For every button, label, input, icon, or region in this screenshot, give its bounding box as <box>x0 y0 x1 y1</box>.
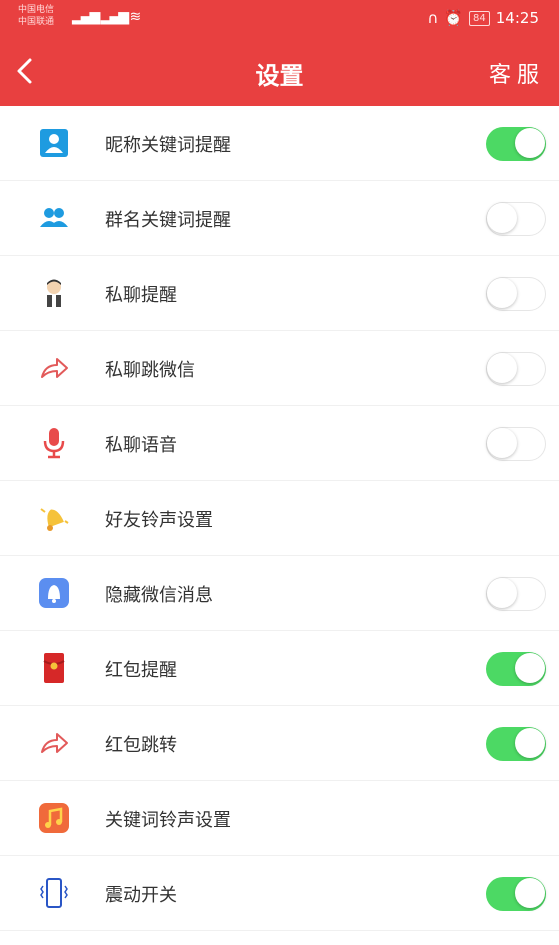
setting-label: 昵称关键词提醒 <box>105 135 231 156</box>
setting-label: 私聊提醒 <box>105 285 177 306</box>
setting-row[interactable]: 群名关键词提醒 <box>0 181 559 256</box>
group-users-icon <box>37 201 71 235</box>
setting-toggle[interactable] <box>486 577 546 611</box>
red-envelope-icon <box>37 651 71 685</box>
battery-icon: 84 <box>469 10 490 26</box>
bell-icon <box>37 501 71 535</box>
setting-row[interactable]: 好友铃声设置 <box>0 481 559 556</box>
toggle-knob <box>487 578 517 608</box>
setting-label: 红包跳转 <box>105 735 177 756</box>
forward-arrow-icon <box>37 726 71 760</box>
status-bar: 中国电信 中国联通 ▂▄▆ ▂▄▆ ≋ ∩ ⏰ 84 14:25 <box>0 0 559 36</box>
setting-label: 群名关键词提醒 <box>105 210 231 231</box>
setting-row[interactable]: 红包提醒 <box>0 631 559 706</box>
navbar: 设置 客服 <box>0 36 559 106</box>
notification-bell-icon <box>37 576 71 610</box>
app-header: 中国电信 中国联通 ▂▄▆ ▂▄▆ ≋ ∩ ⏰ 84 14:25 设置 客服 <box>0 0 559 106</box>
setting-toggle[interactable] <box>486 652 546 686</box>
setting-toggle[interactable] <box>486 127 546 161</box>
setting-label: 红包提醒 <box>105 660 177 681</box>
person-avatar-icon <box>37 276 71 310</box>
toggle-knob <box>515 128 545 158</box>
alarm-icon: ⏰ <box>444 9 464 27</box>
setting-row[interactable]: 关键词铃声设置 <box>0 781 559 856</box>
setting-row[interactable]: 私聊跳微信 <box>0 331 559 406</box>
vibrate-phone-icon <box>37 876 71 910</box>
carrier-1: 中国电信 <box>18 5 55 15</box>
signal-icon: ▂▄▆ ▂▄▆ ≋ <box>72 9 141 25</box>
setting-toggle[interactable] <box>486 427 546 461</box>
status-right: ∩ ⏰ 84 14:25 <box>427 9 539 27</box>
setting-label: 好友铃声设置 <box>105 510 213 531</box>
status-time: 14:25 <box>495 9 539 27</box>
contact-card-icon <box>37 126 71 160</box>
customer-service-button[interactable]: 客服 <box>489 57 545 89</box>
setting-toggle[interactable] <box>486 727 546 761</box>
forward-arrow-icon <box>37 351 71 385</box>
setting-toggle[interactable] <box>486 202 546 236</box>
setting-toggle[interactable] <box>486 277 546 311</box>
setting-row[interactable]: 震动开关 <box>0 856 559 931</box>
setting-label: 震动开关 <box>105 885 177 906</box>
toggle-knob <box>515 653 545 683</box>
setting-label: 私聊语音 <box>105 435 177 456</box>
toggle-knob <box>487 428 517 458</box>
music-note-icon <box>37 801 71 835</box>
page-title: 设置 <box>255 62 304 90</box>
carrier-2: 中国联通 <box>18 17 55 27</box>
setting-label: 关键词铃声设置 <box>105 810 231 831</box>
setting-row[interactable]: 私聊提醒 <box>0 256 559 331</box>
toggle-knob <box>515 878 545 908</box>
headphone-icon: ∩ <box>427 9 439 27</box>
setting-row[interactable]: 私聊语音 <box>0 406 559 481</box>
carrier-info: 中国电信 中国联通 <box>18 4 54 28</box>
setting-row[interactable]: 红包跳转 <box>0 706 559 781</box>
settings-list: 昵称关键词提醒 群名关键词提醒 私聊提醒私聊跳微信私聊语音好友铃声设置 隐藏微信消息红… <box>0 106 559 931</box>
setting-toggle[interactable] <box>486 352 546 386</box>
setting-row[interactable]: 昵称关键词提醒 <box>0 106 559 181</box>
setting-label: 隐藏微信消息 <box>105 585 213 606</box>
setting-label: 私聊跳微信 <box>105 360 195 381</box>
toggle-knob <box>487 353 517 383</box>
toggle-knob <box>515 728 545 758</box>
toggle-knob <box>487 278 517 308</box>
setting-toggle[interactable] <box>486 877 546 911</box>
toggle-knob <box>487 203 517 233</box>
setting-row[interactable]: 隐藏微信消息 <box>0 556 559 631</box>
microphone-icon <box>37 426 71 460</box>
